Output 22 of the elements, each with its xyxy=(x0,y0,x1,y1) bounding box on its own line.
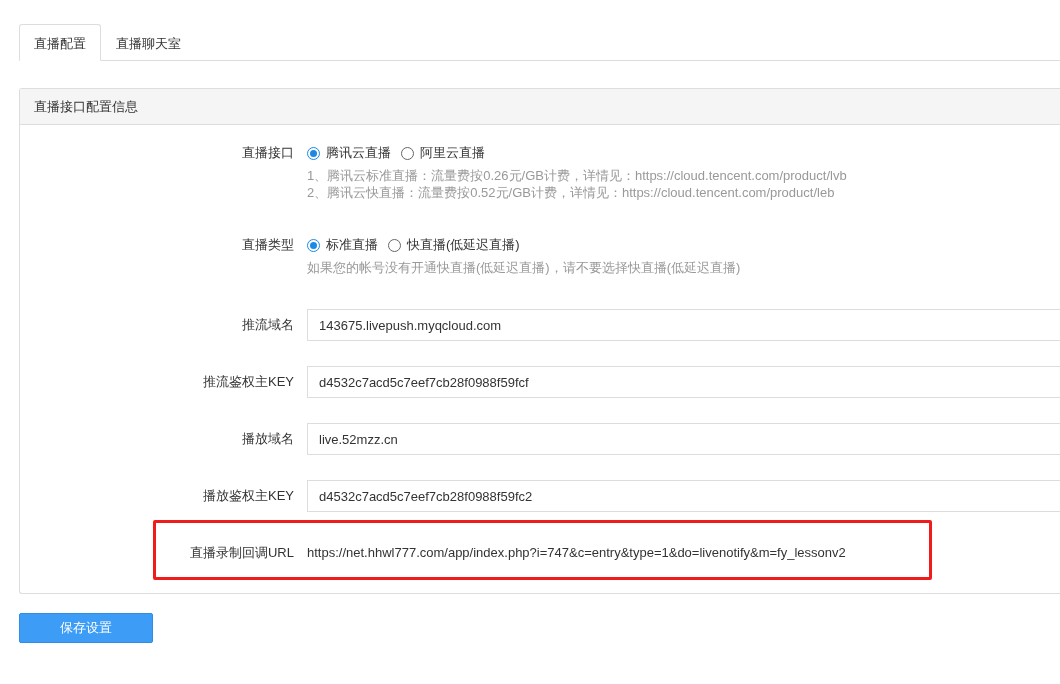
field-label: 直播接口 xyxy=(242,144,294,162)
help-text: 1、腾讯云标准直播：流量费按0.26元/GB计费，详情见：https://cloud.tencent.com/product/lvb xyxy=(307,167,848,184)
field-label: 播放域名 xyxy=(242,430,294,448)
field-label: 直播录制回调URL xyxy=(190,544,294,562)
callback-url: https://net.hhwl777.com/app/index.php?i=747&c=entry&type=1&do=livenotify&m=fy_lessonv2 xyxy=(307,544,847,562)
input-field[interactable]: live.52mzz.cn xyxy=(307,423,1060,455)
radio-option[interactable]: 快直播(低延迟直播) xyxy=(388,235,520,255)
tab[interactable]: 直播聊天室 xyxy=(101,24,196,60)
input-field[interactable]: d4532c7acd5c7eef7cb28f0988f59fc2 xyxy=(307,480,1060,512)
input-field[interactable]: d4532c7acd5c7eef7cb28f0988f59fcf xyxy=(307,366,1060,398)
field-label: 推流鉴权主KEY xyxy=(203,373,294,391)
radio-option[interactable]: 阿里云直播 xyxy=(401,143,485,163)
radio-option[interactable]: 标准直播 xyxy=(307,235,378,255)
field-label: 直播类型 xyxy=(242,236,294,254)
input-field[interactable]: 143675.livepush.myqcloud.com xyxy=(307,309,1060,341)
panel-title: 直播接口配置信息 xyxy=(34,97,138,116)
field-label: 推流域名 xyxy=(242,316,294,334)
tab[interactable]: 直播配置 xyxy=(19,24,101,61)
field-label: 播放鉴权主KEY xyxy=(203,487,294,505)
help-text: 2、腾讯云快直播：流量费按0.52元/GB计费，详情见：https://cloud.tencent.com/product/leb xyxy=(307,184,836,201)
help-text: 如果您的帐号没有开通快直播(低延迟直播)，请不要选择快直播(低延迟直播) xyxy=(307,259,742,276)
radio-option[interactable]: 腾讯云直播 xyxy=(307,143,391,163)
